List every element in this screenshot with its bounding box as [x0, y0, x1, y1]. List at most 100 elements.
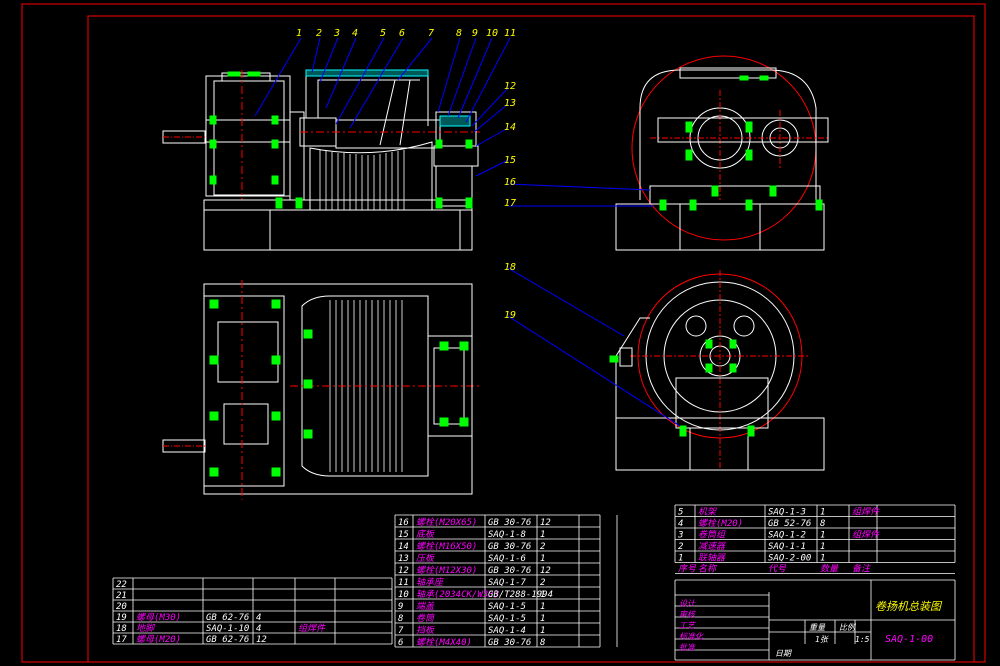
cell-no: 20 — [116, 602, 127, 612]
cell-qty: 12 — [256, 635, 267, 645]
cell-code: SAQ-1-5 — [488, 602, 526, 612]
cell-no: 12 — [398, 566, 409, 576]
cell-no: 5 — [678, 508, 683, 518]
cell-name: 卷筒组 — [698, 530, 726, 541]
cell-note: 组焊件 — [298, 623, 326, 634]
cell-no: 6 — [398, 638, 403, 648]
cell-code: GB 52-76 — [768, 519, 811, 529]
cell-qty: 1 — [540, 626, 545, 636]
cell-code: GB 62-76 — [206, 613, 249, 623]
title-row-label: 工艺 — [679, 621, 696, 630]
cell-name: 螺栓(M16X50) — [416, 541, 477, 552]
cell-qty: 1 — [540, 602, 545, 612]
callout-19: 19 — [504, 310, 516, 321]
cell-qty: 12 — [540, 566, 551, 576]
cell-name: 底板 — [416, 529, 436, 540]
cell-name: 螺栓(M20X65) — [416, 517, 477, 528]
cell-code: SAQ-1-6 — [488, 554, 526, 564]
cell-name: 联轴器 — [698, 553, 726, 564]
callout-6: 6 — [399, 28, 405, 39]
title-row-label: 标准化 — [679, 632, 704, 641]
cell-name: 螺栓(M12X30) — [416, 565, 477, 576]
cell-no: 15 — [398, 530, 409, 540]
cell-no: 7 — [398, 626, 404, 636]
callout-15: 15 — [504, 155, 516, 166]
callout-7: 7 — [428, 28, 434, 39]
cell-name: 端盖 — [416, 601, 435, 612]
cell-no: 11 — [398, 578, 409, 588]
cell-no: 10 — [398, 590, 409, 600]
callout-5: 5 — [380, 28, 386, 39]
cell-name: 机架 — [698, 507, 717, 518]
cell-qty: 1 — [820, 554, 825, 564]
sheet-count: 1张 — [815, 635, 829, 644]
cell-name: 轴承座 — [416, 577, 445, 588]
title-row-label: 设计 — [679, 599, 696, 608]
callout-16: 16 — [504, 177, 516, 188]
title-row-label: 批准 — [679, 643, 696, 652]
callout-12: 12 — [504, 81, 516, 92]
cell-note: 组焊件 — [852, 507, 880, 518]
cell-no: 3 — [677, 531, 683, 541]
cell-qty: 8 — [820, 519, 825, 529]
cell-name: 地脚 — [136, 623, 156, 634]
header-no: 序号 — [678, 564, 697, 575]
cell-qty: 1 — [540, 554, 545, 564]
cell-code: GB 30-76 — [488, 542, 531, 552]
cell-code: GB 30-76 — [488, 638, 531, 648]
cell-qty: 4 — [256, 624, 261, 634]
cell-name: 螺母(M30) — [136, 612, 181, 623]
cell-code: SAQ-2-00 — [768, 554, 811, 564]
callout-8: 8 — [456, 28, 462, 39]
callout-18: 18 — [504, 262, 516, 273]
cell-qty: 8 — [540, 638, 545, 648]
cell-qty: 1 — [820, 508, 825, 518]
cell-code: GB 30-76 — [488, 518, 531, 528]
cell-code: SAQ-1-7 — [488, 578, 527, 588]
cell-no: 1 — [678, 554, 683, 564]
cell-code: SAQ-1-3 — [768, 508, 806, 518]
cell-qty: 1 — [820, 542, 825, 552]
callout-14: 14 — [504, 122, 516, 133]
cell-qty: 2 — [540, 578, 545, 588]
cell-no: 4 — [678, 519, 683, 529]
cell-no: 8 — [398, 614, 403, 624]
cell-no: 9 — [398, 602, 403, 612]
scale-value: 1:5 — [855, 635, 870, 644]
drawing-title: 卷扬机总装图 — [875, 600, 943, 613]
callout-4: 4 — [352, 28, 358, 39]
cell-no: 22 — [116, 580, 127, 590]
cell-name: 挡板 — [416, 625, 436, 636]
date-label: 日期 — [775, 649, 792, 658]
cell-code: SAQ-1-8 — [488, 530, 526, 540]
cell-code: GB 62-76 — [206, 635, 249, 645]
callout-1: 1 — [296, 28, 302, 39]
callout-2: 2 — [316, 28, 322, 39]
cell-qty: 1 — [820, 531, 825, 541]
cad-drawing: 1 2 3 4 5 6 7 8 9 10 11 12 13 14 15 16 1… — [0, 0, 1000, 666]
cell-no: 19 — [116, 613, 127, 623]
title-row-label: 审核 — [679, 610, 697, 619]
cell-qty: 1 — [540, 614, 545, 624]
cell-no: 14 — [398, 542, 409, 552]
scale-label: 比例 — [839, 623, 857, 632]
cell-name: 卷筒 — [416, 613, 436, 624]
cell-code: SAQ-1-1 — [768, 542, 806, 552]
drawing-number: SAQ-1-00 — [885, 634, 933, 645]
cell-qty: 1 — [540, 590, 545, 600]
callout-13: 13 — [504, 98, 516, 109]
callout-3: 3 — [333, 28, 340, 39]
callout-9: 9 — [472, 28, 478, 39]
cell-no: 2 — [678, 542, 683, 552]
header-qty: 数量 — [820, 564, 839, 575]
cell-note: 组焊件 — [852, 530, 880, 541]
cell-no: 17 — [116, 635, 127, 645]
cell-code: SAQ-1-10 — [206, 624, 249, 634]
cell-name: 减速器 — [698, 541, 726, 552]
cell-qty: 1 — [540, 530, 545, 540]
cell-qty: 4 — [256, 613, 261, 623]
cell-name: 螺栓(M4X40) — [416, 637, 472, 648]
callout-10: 10 — [486, 28, 498, 39]
cell-qty: 2 — [540, 542, 545, 552]
cell-code: GB 30-76 — [488, 566, 531, 576]
